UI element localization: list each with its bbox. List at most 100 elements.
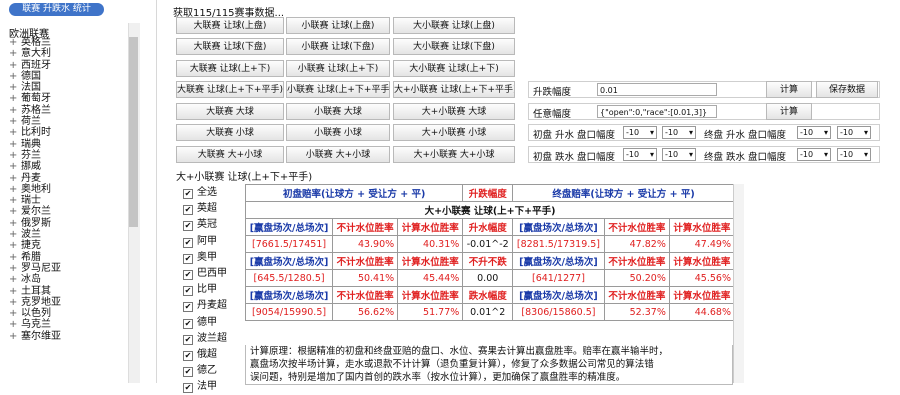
expand-plus-icon[interactable]: + — [9, 286, 21, 297]
sidebar-league-item[interactable]: + 罗马尼亚 — [9, 263, 129, 274]
sidebar-league-item[interactable]: + 希腊 — [9, 252, 129, 263]
checkbox[interactable]: ✔ — [183, 367, 193, 378]
sidebar-league-item[interactable]: + 捷克 — [9, 240, 129, 251]
expand-plus-icon[interactable]: + — [9, 240, 21, 251]
close-fall-select-2[interactable]: -10 — [837, 148, 871, 161]
expand-plus-icon[interactable]: + — [9, 297, 21, 308]
league-query-button[interactable]: 小联赛 小球 — [286, 124, 390, 141]
league-query-button[interactable]: 大+小联赛 让球(上+下+平手) — [393, 81, 515, 98]
checkbox[interactable]: ✔ — [183, 318, 193, 329]
league-checkbox-item[interactable]: ✔ 德乙 — [183, 363, 243, 379]
expand-plus-icon[interactable]: + — [9, 331, 21, 342]
sidebar-league-item[interactable]: + 波兰 — [9, 229, 129, 240]
sidebar-league-item[interactable]: + 瑞士 — [9, 195, 129, 206]
expand-plus-icon[interactable]: + — [9, 161, 21, 172]
checkbox[interactable]: ✔ — [183, 205, 193, 216]
expand-plus-icon[interactable]: + — [9, 274, 21, 285]
league-query-button[interactable]: 小联赛 让球(下盘) — [286, 38, 390, 55]
sidebar-league-item[interactable]: + 俄罗斯 — [9, 218, 129, 229]
checkbox[interactable]: ✔ — [183, 237, 193, 248]
league-checkbox-item[interactable]: ✔ 英冠 — [183, 217, 243, 233]
checkbox[interactable]: ✔ — [183, 350, 193, 361]
sidebar-league-item[interactable]: + 乌克兰 — [9, 319, 129, 330]
league-checkbox-item[interactable]: ✔ 德甲 — [183, 315, 243, 331]
league-stats-button[interactable]: 联赛 升跌水 统计 — [9, 3, 104, 16]
league-query-button[interactable]: 大联赛 小球 — [176, 124, 284, 141]
league-checkbox-item[interactable]: ✔ 阿甲 — [183, 234, 243, 250]
expand-plus-icon[interactable]: + — [9, 229, 21, 240]
sidebar-league-item[interactable]: + 丹麦 — [9, 173, 129, 184]
close-rise-select-2[interactable]: -10 — [837, 126, 871, 139]
league-checkbox-item[interactable]: ✔ 丹麦超 — [183, 298, 243, 314]
checkbox[interactable]: ✔ — [183, 302, 193, 313]
expand-plus-icon[interactable]: + — [9, 93, 21, 104]
league-checkbox-item[interactable]: ✔ 英超 — [183, 201, 243, 217]
expand-plus-icon[interactable]: + — [9, 263, 21, 274]
expand-plus-icon[interactable]: + — [9, 184, 21, 195]
sidebar-league-item[interactable]: + 法国 — [9, 82, 129, 93]
league-query-button[interactable]: 小联赛 大+小球 — [286, 146, 390, 163]
expand-plus-icon[interactable]: + — [9, 319, 21, 330]
rise-range-input[interactable]: 0.01 — [597, 83, 717, 96]
open-rise-select-2[interactable]: -10 — [662, 126, 696, 139]
expand-plus-icon[interactable]: + — [9, 37, 21, 48]
league-query-button[interactable]: 小联赛 让球(上+下+平手) — [286, 81, 390, 98]
calc-button[interactable]: 计算 — [766, 81, 812, 98]
league-checkbox-item[interactable]: ✔ 奥甲 — [183, 250, 243, 266]
league-query-button[interactable]: 小联赛 让球(上盘) — [286, 17, 390, 34]
sidebar-league-item[interactable]: + 葡萄牙 — [9, 93, 129, 104]
expand-plus-icon[interactable]: + — [9, 218, 21, 229]
close-rise-select-1[interactable]: -10 — [797, 126, 831, 139]
league-query-button[interactable]: 大联赛 大球 — [176, 103, 284, 120]
expand-plus-icon[interactable]: + — [9, 150, 21, 161]
league-query-button[interactable]: 大+小联赛 小球 — [393, 124, 515, 141]
expand-plus-icon[interactable]: + — [9, 308, 21, 319]
league-query-button[interactable]: 小联赛 让球(上+下) — [286, 60, 390, 77]
sidebar-league-item[interactable]: + 瑞典 — [9, 139, 129, 150]
expand-plus-icon[interactable]: + — [9, 105, 21, 116]
expand-plus-icon[interactable]: + — [9, 60, 21, 71]
league-query-button[interactable]: 大联赛 让球(下盘) — [176, 38, 284, 55]
expand-plus-icon[interactable]: + — [9, 82, 21, 93]
sidebar-league-item[interactable]: + 德国 — [9, 71, 129, 82]
checkbox[interactable]: ✔ — [183, 253, 193, 264]
expand-plus-icon[interactable]: + — [9, 48, 21, 59]
league-checkbox-item[interactable]: ✔ 法甲 — [183, 379, 243, 395]
sidebar-league-item[interactable]: + 苏格兰 — [9, 105, 129, 116]
save-data-button[interactable]: 保存数据 — [816, 81, 878, 98]
sidebar-league-item[interactable]: + 芬兰 — [9, 150, 129, 161]
sidebar-league-item[interactable]: + 冰岛 — [9, 274, 129, 285]
sidebar-league-item[interactable]: + 以色列 — [9, 308, 129, 319]
league-query-button[interactable]: 大小联赛 让球(上盘) — [393, 17, 515, 34]
league-query-button[interactable]: 大小联赛 让球(上+下) — [393, 60, 515, 77]
checkbox[interactable]: ✔ — [183, 286, 193, 297]
sidebar-league-item[interactable]: + 土耳其 — [9, 286, 129, 297]
custom-range-input[interactable]: {"open":0,"race":[0.01,3]} — [597, 105, 717, 118]
open-fall-select-2[interactable]: -10 — [662, 148, 696, 161]
checkbox[interactable]: ✔ — [183, 269, 193, 280]
league-query-button[interactable]: 大联赛 让球(上盘) — [176, 17, 284, 34]
table-scrollbar[interactable] — [733, 184, 744, 383]
league-query-button[interactable]: 大+小联赛 大+小球 — [393, 146, 515, 163]
expand-plus-icon[interactable]: + — [9, 173, 21, 184]
league-checkbox-item[interactable]: ✔ 俄超 — [183, 347, 243, 363]
checkbox[interactable]: ✔ — [183, 189, 193, 199]
league-checkbox-item[interactable]: ✔ 比甲 — [183, 282, 243, 298]
close-fall-select-1[interactable]: -10 — [797, 148, 831, 161]
expand-plus-icon[interactable]: + — [9, 116, 21, 127]
checkbox[interactable]: ✔ — [183, 221, 193, 232]
league-query-button[interactable]: 大联赛 让球(上+下) — [176, 60, 284, 77]
calc-button-2[interactable]: 计算 — [766, 103, 812, 120]
league-checkbox-item[interactable]: ✔ 波兰超 — [183, 331, 243, 347]
league-query-button[interactable]: 小联赛 大球 — [286, 103, 390, 120]
expand-plus-icon[interactable]: + — [9, 206, 21, 217]
sidebar-league-item[interactable]: + 荷兰 — [9, 116, 129, 127]
league-query-button[interactable]: 大联赛 大+小球 — [176, 146, 284, 163]
expand-plus-icon[interactable]: + — [9, 71, 21, 82]
checkbox[interactable]: ✔ — [183, 383, 193, 394]
expand-plus-icon[interactable]: + — [9, 139, 21, 150]
expand-plus-icon[interactable]: + — [9, 195, 21, 206]
league-query-button[interactable]: 大小联赛 让球(下盘) — [393, 38, 515, 55]
sidebar-league-item[interactable]: + 奥地利 — [9, 184, 129, 195]
sidebar-league-item[interactable]: + 西班牙 — [9, 60, 129, 71]
